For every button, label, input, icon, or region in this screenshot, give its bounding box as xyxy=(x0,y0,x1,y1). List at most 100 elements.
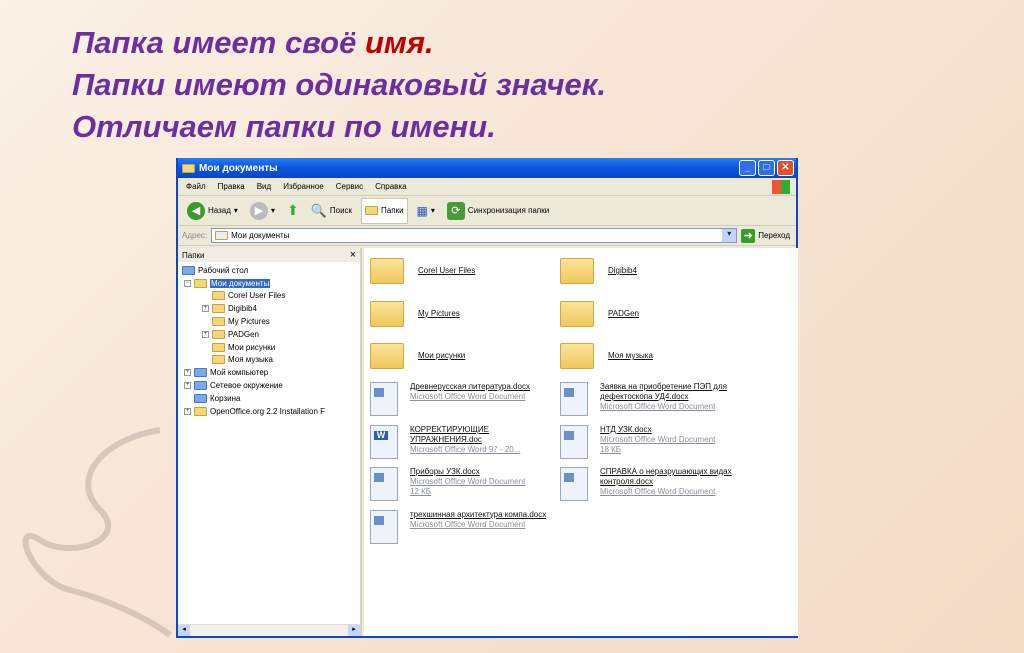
decorative-ribbon xyxy=(22,427,172,638)
file-list: Corel User Files Digibib4 My Pictures PADGe… xyxy=(364,248,798,636)
file-item[interactable]: НТД УЗК.docx Microsoft Office Word Docume… xyxy=(560,424,760,459)
expand-toggle[interactable]: + xyxy=(202,330,209,338)
folder-icon xyxy=(212,317,225,327)
folder-item[interactable]: Моя музыка xyxy=(560,339,760,369)
tree-item[interactable]: + Сетевое окружение xyxy=(182,379,356,392)
menu-item[interactable]: Правка xyxy=(218,182,245,191)
file-type: Microsoft Office Word Document xyxy=(600,402,716,411)
tree-item-label: Моя музыка xyxy=(228,355,273,365)
word-document-icon xyxy=(370,467,398,501)
folder-name: Моя музыка xyxy=(608,351,653,360)
file-type: Microsoft Office Word Document xyxy=(600,487,716,496)
folder-icon xyxy=(365,206,379,215)
file-item[interactable]: СПРАВКА о неразрушающих видах контроля.d… xyxy=(560,467,760,501)
scroll-left-button[interactable]: ◂ xyxy=(178,625,190,636)
tree-item-label: Мои рисунки xyxy=(228,342,276,352)
tree-item[interactable]: Мои рисунки xyxy=(182,341,356,354)
tree-item-label: Корзина xyxy=(210,393,241,403)
folder-icon xyxy=(212,304,225,314)
title-bar[interactable]: Мои документы _ □ ✕ xyxy=(178,158,796,178)
tree-item[interactable]: + OpenOffice.org 2.2 Installation F xyxy=(182,405,356,418)
back-button[interactable]: ◀ Назад ▾ xyxy=(184,200,241,222)
folder-icon xyxy=(212,342,225,352)
go-label: Переход xyxy=(758,231,790,240)
title-line-1: Папка имеет своё xyxy=(72,25,365,60)
tree-item[interactable]: + PADGen xyxy=(182,328,356,341)
file-info: трехшинная архитектура компа.docx Microso… xyxy=(410,510,560,544)
file-name: трехшинная архитектура компа.docx xyxy=(410,509,547,519)
title-highlight: имя. xyxy=(364,25,434,60)
folder-item[interactable]: Corel User Files xyxy=(370,254,570,284)
tree-item[interactable]: Рабочий стол xyxy=(182,264,356,277)
file-item[interactable]: Древнерусская литература.docx Microsoft O… xyxy=(370,382,570,416)
word-document-icon xyxy=(370,509,398,544)
tree-item[interactable]: Corel User Files xyxy=(182,290,356,303)
expand-toggle[interactable]: + xyxy=(184,369,191,377)
menu-item[interactable]: Справка xyxy=(375,182,406,191)
file-size: 12 КБ xyxy=(410,487,432,496)
tree-item[interactable]: + Мой компьютер xyxy=(182,366,356,379)
tree-item[interactable]: − Мои документы xyxy=(182,277,356,290)
horizontal-scrollbar[interactable]: ◂ ▸ xyxy=(178,624,360,636)
explorer-window: Мои документы _ □ ✕ Файл Правка Вид Избранн… xyxy=(176,158,798,638)
file-name: СПРАВКА о неразрушающих видах контроля.d… xyxy=(600,467,732,486)
toolbar: ◀ Назад ▾ ▶ ▾ ⬆ 🔍 Поиск Папки ▦ ▾ ⟳ Синхрон… xyxy=(178,196,796,226)
expand-toggle[interactable]: + xyxy=(202,305,209,313)
up-folder-button[interactable]: ⬆ xyxy=(284,200,302,221)
folder-icon xyxy=(212,329,225,339)
file-item[interactable]: трехшинная архитектура компа.docx Microso… xyxy=(370,509,570,544)
back-arrow-icon: ◀ xyxy=(187,201,205,220)
tree-item[interactable]: Корзина xyxy=(182,392,356,405)
menu-item[interactable]: Вид xyxy=(257,182,271,191)
tree-item[interactable]: + Digibib4 xyxy=(182,302,356,315)
folders-button[interactable]: Папки xyxy=(361,197,408,224)
folder-icon xyxy=(212,291,225,301)
expand-toggle[interactable]: + xyxy=(184,382,191,390)
minimize-button[interactable]: _ xyxy=(739,160,756,176)
views-button[interactable]: ▦ ▾ xyxy=(414,202,438,220)
title-line-3: Отличаем папки по имени. xyxy=(72,109,496,144)
search-button[interactable]: 🔍 Поиск xyxy=(308,201,355,221)
forward-button[interactable]: ▶ ▾ xyxy=(247,200,278,222)
windows-logo-icon xyxy=(772,180,790,194)
file-item[interactable]: Приборы УЗК.docx Microsoft Office Word Do… xyxy=(370,467,570,501)
address-input[interactable]: Мои документы ▾ xyxy=(211,228,738,243)
file-item[interactable]: Заявка на приобретение ПЭП для дефектоск… xyxy=(560,382,760,416)
tree-item[interactable]: My Pictures xyxy=(182,315,356,328)
folders-pane-title: Папки xyxy=(182,250,205,260)
tree-item-label: Digibib4 xyxy=(228,304,257,314)
scroll-right-button[interactable]: ▸ xyxy=(348,625,360,636)
go-button[interactable]: ➜ Переход xyxy=(741,228,796,243)
tree-item-label: Сетевое окружение xyxy=(210,381,283,391)
folder-item[interactable]: My Pictures xyxy=(370,297,570,327)
folder-icon xyxy=(182,265,195,275)
folder-icon xyxy=(194,368,207,378)
tree-item-label: PADGen xyxy=(228,329,259,339)
file-item[interactable]: КОРРЕКТИРУЮЩИЕ УПРАЖНЕНИЯ.docMicrosoft O… xyxy=(370,424,570,459)
folder-icon xyxy=(194,278,207,288)
menu-item[interactable]: Сервис xyxy=(336,182,363,191)
close-pane-button[interactable]: × xyxy=(350,249,356,261)
window-title: Мои документы xyxy=(199,162,278,174)
menu-item[interactable]: Файл xyxy=(186,182,206,191)
address-dropdown[interactable]: ▾ xyxy=(722,229,737,242)
expand-toggle[interactable]: − xyxy=(184,279,191,287)
address-label: Адрес: xyxy=(182,231,208,240)
menu-item[interactable]: Избранное xyxy=(283,182,324,191)
tree-item-label: Мои документы xyxy=(210,278,271,288)
folder-name: Digibib4 xyxy=(608,266,637,275)
expand-toggle[interactable]: + xyxy=(184,407,191,415)
file-name: КОРРЕКТИРУЮЩИЕ УПРАЖНЕНИЯ.doc xyxy=(410,424,490,444)
sync-icon: ⟳ xyxy=(446,201,465,220)
sync-label: Синхронизация папки xyxy=(467,206,550,215)
folder-item[interactable]: PADGen xyxy=(560,297,760,327)
folder-item[interactable]: Digibib4 xyxy=(560,254,760,284)
search-icon: 🔍 xyxy=(310,202,327,218)
tree-item-label: Corel User Files xyxy=(228,291,286,301)
close-button[interactable]: ✕ xyxy=(777,160,794,176)
tree-item[interactable]: Моя музыка xyxy=(182,354,356,367)
folder-name: Corel User Files xyxy=(418,266,476,275)
maximize-button[interactable]: □ xyxy=(758,160,775,176)
sync-button[interactable]: ⟳ Синхронизация папки xyxy=(444,200,552,222)
folder-item[interactable]: Мои рисунки xyxy=(370,339,570,369)
